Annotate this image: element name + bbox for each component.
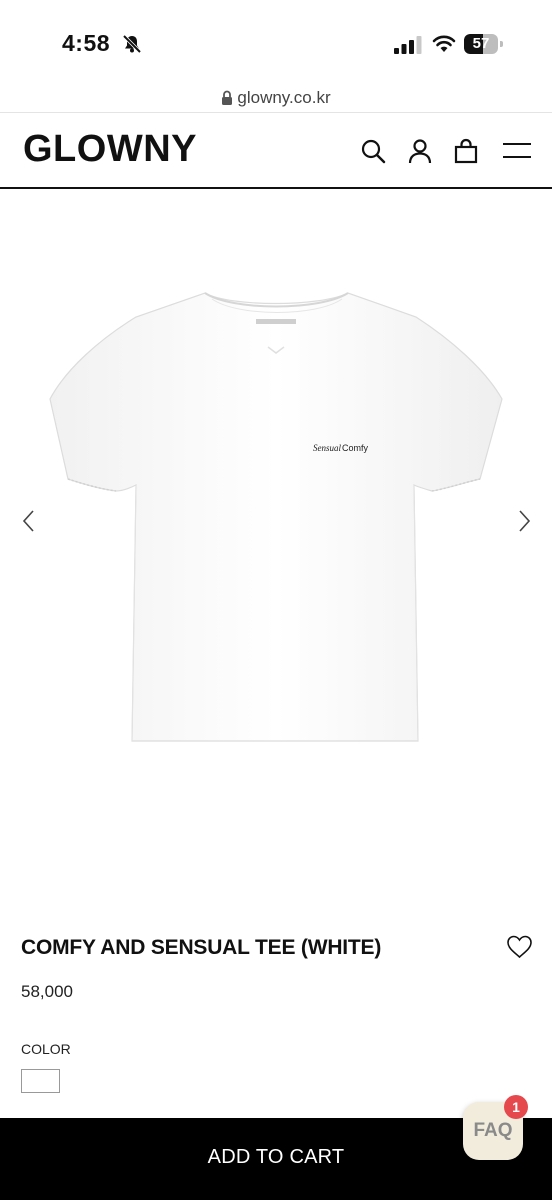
- battery-icon: 57: [464, 34, 504, 54]
- chevron-left-icon[interactable]: [18, 507, 42, 535]
- battery-percent: 57: [472, 35, 490, 52]
- divider: [0, 112, 552, 113]
- account-icon[interactable]: [405, 136, 435, 166]
- bell-muted-icon: [122, 34, 142, 54]
- product-image-tshirt: Sensual Comfy: [49, 292, 503, 742]
- shopping-bag-icon[interactable]: [451, 136, 481, 166]
- color-label: COLOR: [21, 1041, 71, 1057]
- chevron-right-icon[interactable]: [512, 507, 536, 535]
- wifi-icon: [432, 35, 456, 52]
- product-image-carousel[interactable]: Sensual Comfy: [0, 189, 552, 909]
- search-icon[interactable]: [358, 136, 388, 166]
- cellular-signal-icon: [394, 36, 422, 54]
- faq-label: FAQ: [473, 1120, 513, 1141]
- lock-icon: [222, 90, 233, 105]
- address-bar[interactable]: glowny.co.kr: [0, 84, 552, 112]
- product-price: 58,000: [21, 982, 73, 1001]
- url-text: glowny.co.kr: [237, 88, 331, 107]
- menu-icon[interactable]: [502, 136, 532, 166]
- site-logo[interactable]: GLOWNY: [23, 128, 197, 171]
- product-title: COMFY AND SENSUAL TEE (WHITE): [21, 936, 382, 959]
- color-swatch-white[interactable]: [21, 1069, 60, 1093]
- status-time: 4:58: [62, 30, 111, 56]
- heart-icon[interactable]: [506, 934, 533, 960]
- tshirt-print-script: Sensual: [313, 443, 341, 453]
- tshirt-print-sans: Comfy: [342, 443, 369, 453]
- add-to-cart-label: ADD TO CART: [207, 1145, 345, 1168]
- notification-badge: 1: [504, 1095, 528, 1119]
